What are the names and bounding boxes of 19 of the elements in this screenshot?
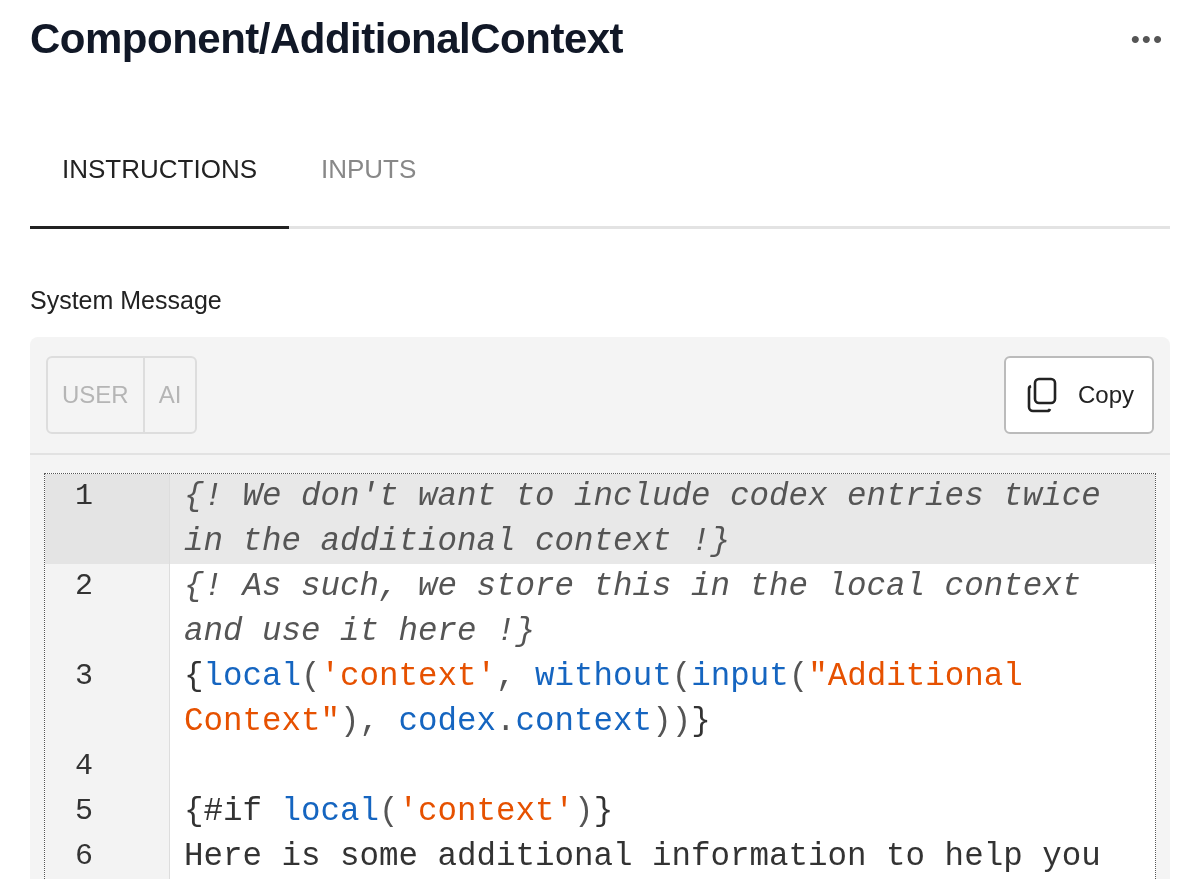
line-number: 6 — [45, 834, 170, 879]
copy-button[interactable]: Copy — [1003, 356, 1154, 434]
code-text: {local('context', without(input("Additional Context"), codex.context))} — [183, 657, 1024, 742]
line-number: 4 — [45, 744, 170, 789]
code-text: {#if local('context')} — [183, 792, 615, 832]
tab[interactable]: INPUTS — [289, 130, 449, 229]
line-number: 5 — [45, 789, 170, 834]
code-text: Here is some additional information to help you — [183, 837, 1102, 877]
code-editor[interactable] — [44, 473, 1156, 879]
more-menu-button[interactable]: ••• — [1124, 23, 1170, 55]
field-label: System Message — [30, 286, 223, 315]
tab[interactable]: INSTRUCTIONS — [30, 130, 289, 229]
line-number: 1 — [45, 474, 170, 564]
code-text: {! As such, we store this in the local context and use it here !} — [183, 567, 1083, 652]
line-number: 2 — [45, 564, 170, 654]
page-title: Component/AdditionalContext — [30, 15, 624, 63]
code-text: {! We don't want to include codex entries twice in the additional context !} — [183, 477, 1102, 562]
copy-icon — [1025, 377, 1058, 413]
line-number: 3 — [45, 654, 170, 744]
